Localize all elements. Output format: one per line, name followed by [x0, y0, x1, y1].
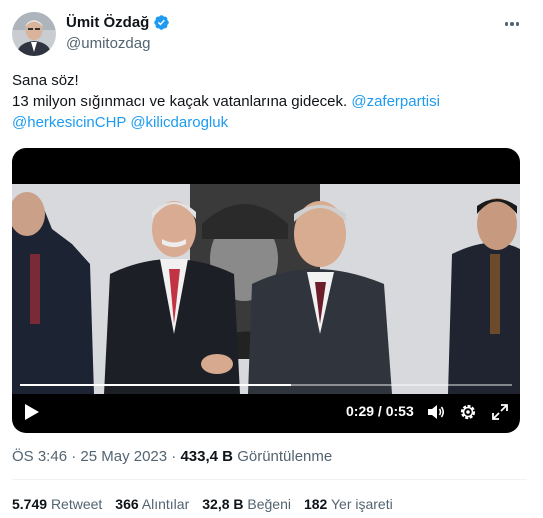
bookmarks-count: 182 [303, 496, 328, 512]
author-display-name[interactable]: Ümit Özdağ [66, 14, 149, 31]
total-duration: 0:53 [385, 403, 414, 419]
mention-link[interactable]: @herkesicinCHP [12, 114, 126, 131]
likes-count: 32,8 B [202, 496, 244, 512]
views-count: 433,4 B [180, 448, 234, 465]
verified-badge-icon [154, 15, 170, 30]
mention-link[interactable]: @zaferpartisi [351, 93, 440, 110]
progress-bar[interactable] [20, 384, 512, 386]
tweet-stats: 5.749 Retweet 366 Alıntılar 32,8 B Beğen… [12, 496, 393, 512]
tweet-time[interactable]: ÖS 3:46 [12, 448, 67, 465]
likes-stat[interactable]: 32,8 B Beğeni [202, 496, 291, 512]
tweet-date[interactable]: 25 May 2023 [80, 448, 167, 465]
quotes-label: Alıntılar [141, 496, 190, 512]
tweet-line-2-text: 13 milyon sığınmacı ve kaçak vatanlarına… [12, 93, 348, 110]
retweets-stat[interactable]: 5.749 Retweet [12, 496, 102, 512]
views-label: Görüntülenme [237, 448, 333, 465]
elapsed-time: 0:29 [346, 403, 375, 419]
quotes-count: 366 [115, 496, 139, 512]
video-frame [12, 184, 520, 394]
likes-label: Beğeni [247, 496, 291, 512]
play-icon[interactable] [24, 403, 40, 421]
retweets-label: Retweet [50, 496, 103, 512]
tweet-text: Sana söz! 13 milyon sığınmacı ve kaçak v… [12, 70, 527, 133]
tweet-line-3: @herkesicinCHP @kilicdarogluk [12, 112, 527, 133]
bookmarks-stat[interactable]: 182 Yer işareti [304, 496, 393, 512]
author-name-row: Ümit Özdağ [66, 14, 170, 31]
tweet-line-2: 13 milyon sığınmacı ve kaçak vatanlarına… [12, 91, 527, 112]
bookmarks-label: Yer işareti [330, 496, 393, 512]
fullscreen-icon[interactable] [490, 402, 510, 422]
tweet-line-1: Sana söz! [12, 72, 79, 89]
meta-separator: · [71, 448, 77, 465]
tweet-meta: ÖS 3:46 · 25 May 2023 · 433,4 B Görüntül… [12, 448, 332, 465]
video-player[interactable]: 0:29 / 0:53 [12, 148, 520, 433]
time-separator: / [377, 403, 382, 419]
volume-icon[interactable] [426, 402, 446, 422]
divider [12, 479, 527, 480]
author-handle[interactable]: @umitozdag [66, 35, 150, 52]
quotes-stat[interactable]: 366 Alıntılar [115, 496, 189, 512]
mention-link[interactable]: @kilicdarogluk [130, 114, 228, 131]
meta-separator: · [171, 448, 177, 465]
video-timestamp: 0:29 / 0:53 [346, 403, 414, 419]
tweet-card: Ümit Özdağ @umitozdag Sana söz! 13 milyo… [0, 0, 543, 518]
settings-icon[interactable] [458, 402, 478, 422]
more-icon[interactable] [500, 14, 524, 34]
progress-fill [20, 384, 291, 386]
retweets-count: 5.749 [12, 496, 48, 512]
avatar[interactable] [12, 12, 56, 56]
